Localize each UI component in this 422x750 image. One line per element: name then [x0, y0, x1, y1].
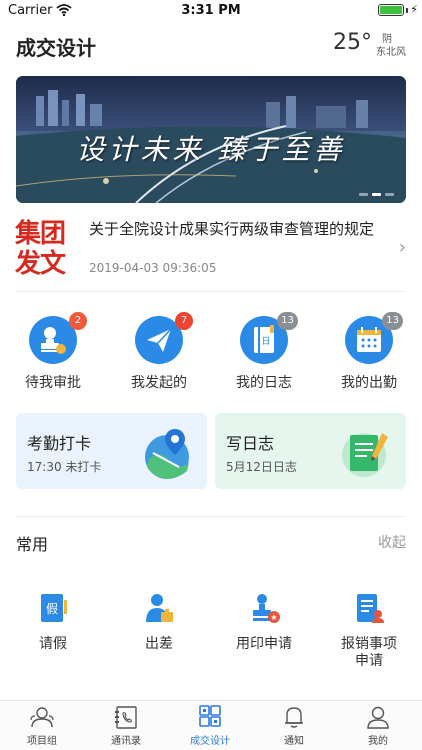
battery-icon [378, 4, 404, 16]
common-item-label: 请假 [39, 636, 67, 652]
group-icon [30, 707, 54, 728]
weather-temperature: 25° [333, 30, 372, 55]
document-pen-icon [342, 433, 388, 477]
chevron-right-icon[interactable]: › [399, 237, 406, 258]
quick-action-initiated[interactable]: 7 我发起的 [114, 312, 204, 392]
write-log-card[interactable]: 写日志 5月12日日志 [215, 413, 406, 489]
quick-action-label: 我的出勤 [341, 375, 397, 391]
checkin-card-subtitle: 17:30 未打卡 [27, 460, 102, 474]
tab-label: 我的 [368, 736, 388, 747]
profile-icon [367, 706, 389, 729]
badge: 2 [69, 312, 87, 330]
news-date: 2019-04-03 09:36:05 [89, 261, 217, 275]
quick-action-label: 我发起的 [131, 375, 187, 391]
common-item-seal-request[interactable]: ★ 用印申请 [219, 590, 309, 653]
tab-label: 项目组 [27, 736, 57, 747]
checkin-card-title: 考勤打卡 [27, 434, 92, 453]
news-title[interactable]: 关于全院设计成果实行两级审查管理的规定 [89, 219, 379, 239]
divider [16, 291, 406, 292]
common-item-label: 报销事项 申请 [324, 636, 414, 670]
logo-line-1: 集团 [15, 219, 66, 249]
seal-request-icon[interactable]: ★ [246, 590, 282, 626]
badge: 13 [277, 312, 298, 330]
bell-icon [285, 707, 303, 728]
banner-pagination[interactable] [359, 193, 394, 196]
collapse-button[interactable]: 收起 [378, 532, 406, 552]
badge: 7 [175, 312, 193, 330]
paper-plane-icon[interactable]: 7 [135, 312, 193, 364]
leave-icon[interactable]: 假 [35, 590, 71, 626]
log-book-icon[interactable]: 日 13 [240, 312, 298, 364]
logo-line-2: 发文 [15, 249, 66, 279]
contacts-icon [115, 706, 137, 729]
tab-contacts[interactable]: 通讯录 [84, 705, 168, 747]
write-log-card-subtitle: 5月12日日志 [226, 460, 297, 474]
common-item-label: 用印申请 [236, 636, 292, 652]
page-title: 成交设计 [16, 36, 96, 60]
svg-text:假: 假 [46, 602, 58, 616]
common-item-label: 出差 [145, 636, 173, 652]
common-section-title: 常用 [16, 535, 49, 554]
status-bar: Carrier 3:31 PM ⚡ [0, 0, 422, 22]
badge: 13 [382, 312, 403, 330]
tab-label: 成交设计 [190, 736, 230, 747]
banner-dot[interactable] [385, 193, 394, 196]
quick-action-my-attendance[interactable]: 13 我的出勤 [324, 312, 414, 392]
grid-icon [199, 705, 221, 727]
status-time: 3:31 PM [181, 3, 241, 18]
common-item-label-line-1: 报销事项 [341, 636, 397, 652]
divider [16, 516, 406, 517]
banner-carousel[interactable]: 设计未来 臻于至善 [16, 76, 406, 203]
banner-slogan: 设计未来 臻于至善 [76, 133, 346, 166]
banner-dot[interactable] [359, 193, 368, 196]
tab-label: 通知 [284, 736, 304, 747]
tab-label: 通讯录 [111, 736, 141, 747]
quick-action-my-log[interactable]: 日 13 我的日志 [219, 312, 309, 392]
tab-project-group[interactable]: 项目组 [0, 705, 84, 747]
write-log-card-title: 写日志 [226, 434, 275, 453]
approval-icon[interactable]: 2 [29, 312, 87, 364]
common-item-leave[interactable]: 假 请假 [8, 590, 98, 653]
common-item-label-line-2: 申请 [355, 653, 383, 669]
checkin-card[interactable]: 考勤打卡 17:30 未打卡 [16, 413, 207, 489]
map-location-icon [145, 429, 189, 479]
tab-profile[interactable]: 我的 [336, 705, 420, 747]
common-item-reimbursement[interactable]: 报销事项 申请 [324, 590, 414, 670]
quick-action-label: 我的日志 [236, 375, 292, 391]
svg-text:★: ★ [270, 613, 277, 622]
battery-tip [406, 8, 408, 13]
reimbursement-icon[interactable] [351, 590, 387, 626]
quick-action-label: 待我审批 [25, 375, 81, 391]
tab-notifications[interactable]: 通知 [252, 705, 336, 747]
quick-action-pending-approval[interactable]: 2 待我审批 [8, 312, 98, 392]
common-item-business-trip[interactable]: 出差 [114, 590, 204, 653]
banner-dot-active[interactable] [372, 193, 381, 196]
tab-home[interactable]: 成交设计 [168, 705, 252, 747]
business-trip-icon[interactable] [141, 590, 177, 626]
svg-text:日: 日 [261, 336, 270, 347]
weather-wind: 东北风 [376, 47, 406, 58]
tab-bar: 项目组 通讯录 成交设计 通知 我的 [0, 700, 422, 750]
group-document-logo: 集团 发文 [15, 219, 75, 279]
charging-icon: ⚡ [410, 3, 418, 16]
calendar-icon[interactable]: 13 [345, 312, 403, 364]
